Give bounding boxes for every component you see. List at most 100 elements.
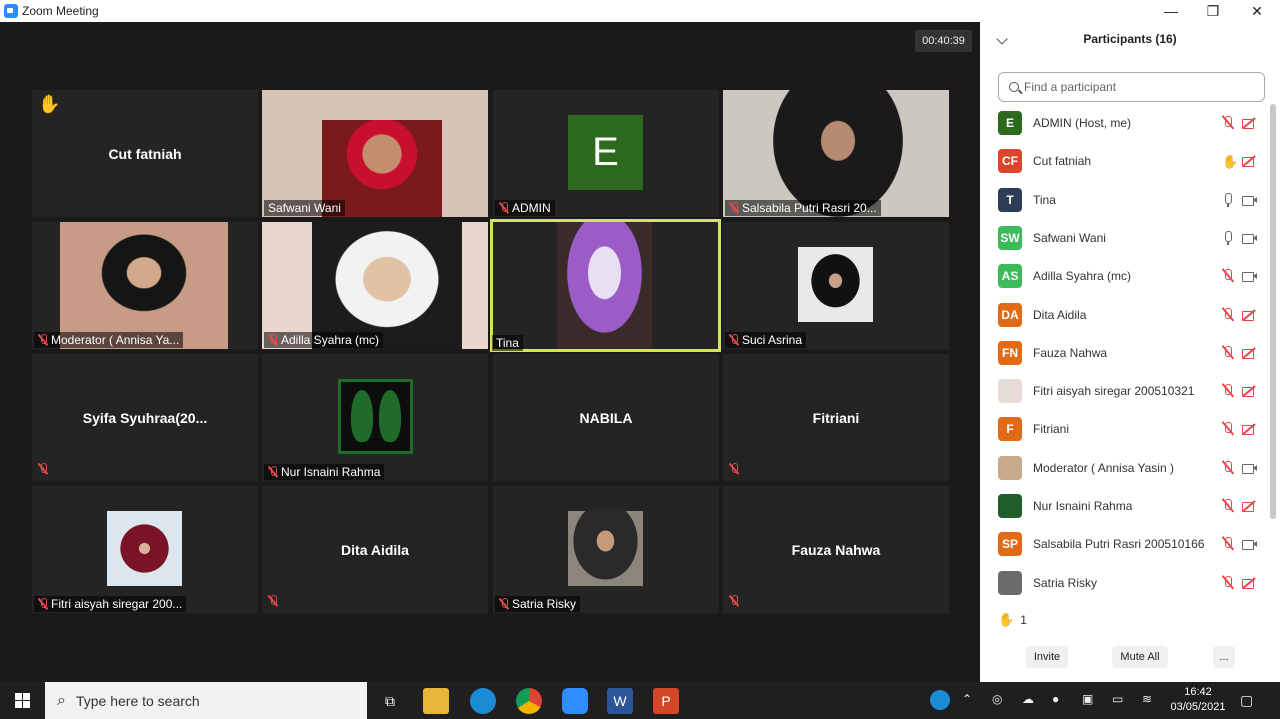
tile-fauza-nahwa[interactable]: Fauza Nahwa (723, 486, 949, 613)
powerpoint-icon[interactable]: P (653, 688, 679, 714)
tile-salsabila[interactable]: Salsabila Putri Rasri 20... (723, 90, 949, 217)
video-off-icon[interactable] (1242, 385, 1258, 398)
participant-label: Fitri aisyah siregar 200... (34, 596, 187, 612)
participant-row[interactable]: Nur Isnaini Rahma (980, 487, 1270, 525)
tile-nabila[interactable]: NABILA (493, 354, 719, 481)
participant-row[interactable]: E ADMIN (Host, me) (980, 104, 1270, 142)
tile-adilla[interactable]: Adilla Syahra (mc) (262, 222, 488, 349)
video-icon[interactable] (1242, 538, 1258, 551)
help-icon[interactable] (930, 690, 950, 710)
video-off-icon[interactable] (1242, 577, 1258, 589)
notifications-icon[interactable]: ▢ (1240, 692, 1253, 709)
taskbar-clock[interactable]: 16:42 03/05/2021 (1168, 685, 1228, 715)
mic-muted-icon[interactable] (1222, 499, 1234, 513)
mic-muted-icon[interactable] (1222, 460, 1234, 475)
edge-icon[interactable] (470, 688, 496, 714)
participant-name: Cut fatniah (108, 145, 182, 162)
participant-row[interactable]: SP Salsabila Putri Rasri 200510166 (980, 525, 1270, 563)
mic-muted-icon[interactable] (1222, 575, 1234, 590)
mic-muted-icon[interactable] (1222, 269, 1234, 283)
video-off-icon[interactable] (1242, 347, 1258, 359)
windows-icon (15, 693, 30, 708)
invite-button[interactable]: Invite (1026, 646, 1068, 668)
participant-row[interactable]: F Fitriani (980, 410, 1270, 448)
tile-satria-risky[interactable]: Satria Risky (493, 486, 719, 613)
mute-all-button[interactable]: Mute All (1112, 646, 1168, 668)
video-icon[interactable] (1242, 270, 1258, 283)
cloud-icon[interactable]: ☁ (1022, 692, 1034, 706)
video-off-icon[interactable] (1242, 309, 1258, 321)
video-icon[interactable] (1242, 194, 1258, 206)
minimize-button[interactable]: — (1148, 0, 1194, 22)
screen-icon[interactable]: ▣ (1082, 692, 1093, 706)
video-off-icon[interactable] (1242, 500, 1258, 512)
wifi-icon[interactable]: ≋ (1142, 692, 1152, 706)
file-explorer-icon[interactable] (423, 688, 449, 714)
participant-name: Moderator ( Annisa Yasin ) (1033, 460, 1174, 475)
chrome-icon[interactable] (516, 688, 542, 714)
tile-suci-asrina[interactable]: Suci Asrina (723, 222, 949, 349)
battery-icon[interactable]: ▭ (1112, 692, 1123, 706)
participant-row[interactable]: Moderator ( Annisa Yasin ) (980, 449, 1270, 487)
word-icon[interactable]: W (607, 688, 633, 714)
participant-name: Fauza Nahwa (1033, 345, 1108, 360)
chevron-up-icon[interactable]: ⌃ (962, 692, 972, 706)
tile-dita-aidila[interactable]: Dita Aidila (262, 486, 488, 613)
participant-row[interactable]: DA Dita Aidila (980, 296, 1270, 334)
network-icon[interactable]: ◎ (992, 692, 1002, 706)
start-button[interactable] (0, 682, 45, 719)
tile-syifa[interactable]: Syifa Syuhraa(20... (32, 354, 258, 481)
maximize-button[interactable]: ❐ (1190, 0, 1236, 22)
participant-label: Salsabila Putri Rasri 20... (725, 200, 881, 216)
participant-label: Nur Isnaini Rahma (264, 464, 385, 480)
video-icon[interactable] (1242, 462, 1258, 474)
task-view-icon[interactable]: ⧉ (377, 688, 403, 714)
mic-muted-icon (729, 202, 739, 214)
taskbar-search-input[interactable]: ⌕ Type here to search (45, 682, 367, 719)
raised-hand-icon[interactable]: ✋ (1222, 154, 1238, 169)
mic-icon[interactable] (1222, 230, 1234, 245)
video-off-icon[interactable] (1242, 155, 1258, 168)
tile-moderator[interactable]: Moderator ( Annisa Ya... (32, 222, 258, 349)
participant-row[interactable]: Fitri aisyah siregar 200510321 (980, 372, 1270, 410)
avatar: FN (998, 340, 1022, 365)
tile-safwani-wani[interactable]: Safwani Wani (262, 90, 488, 217)
tile-cut-fatniah[interactable]: ✋ Cut fatniah (32, 90, 258, 217)
zoom-taskbar-icon[interactable] (562, 688, 588, 714)
participant-row[interactable]: SW Safwani Wani (980, 219, 1270, 257)
tile-admin[interactable]: E ADMIN (493, 90, 719, 217)
tile-fitriani[interactable]: Fitriani (723, 354, 949, 481)
avatar: SP (998, 532, 1022, 557)
mic-muted-icon[interactable] (1222, 422, 1234, 436)
mic-muted-icon[interactable] (1222, 537, 1234, 551)
scrollbar[interactable] (1270, 104, 1276, 519)
mic-muted-icon[interactable] (1222, 116, 1234, 130)
tile-nur-isnaini[interactable]: Nur Isnaini Rahma (262, 354, 488, 481)
video-off-icon[interactable] (1242, 423, 1258, 436)
close-button[interactable]: ✕ (1234, 0, 1280, 22)
participant-name: Safwani Wani (1033, 230, 1106, 245)
mic-muted-icon[interactable] (1222, 307, 1234, 322)
tile-tina[interactable]: Tina (490, 219, 721, 352)
video-off-icon[interactable] (1242, 117, 1258, 129)
mic-muted-icon (38, 598, 48, 610)
participant-name: Adilla Syahra (mc) (1033, 269, 1132, 284)
mic-icon[interactable] (1222, 192, 1234, 207)
participant-row[interactable]: Satria Risky (980, 564, 1270, 599)
participant-name: Satria Risky (1033, 575, 1098, 590)
participant-row[interactable]: CF Cut fatniah ✋ (980, 142, 1270, 180)
mic-muted-icon[interactable] (1222, 345, 1234, 360)
participant-row[interactable]: AS Adilla Syahra (mc) (980, 257, 1270, 295)
avatar: SW (998, 225, 1022, 250)
participant-search-input[interactable]: Find a participant (998, 72, 1265, 102)
video-icon[interactable] (1242, 232, 1258, 244)
tile-fitri-aisyah[interactable]: Fitri aisyah siregar 200... (32, 486, 258, 613)
mic-muted-icon[interactable] (1222, 384, 1234, 398)
meeting-timer: 00:40:39 (915, 30, 972, 52)
hmi-logo (338, 379, 413, 454)
more-button[interactable]: ... (1213, 646, 1235, 668)
participant-row[interactable]: T Tina (980, 181, 1270, 219)
participant-name: Nur Isnaini Rahma (281, 465, 381, 479)
microphone-icon[interactable]: ● (1052, 692, 1059, 706)
participant-row[interactable]: FN Fauza Nahwa (980, 334, 1270, 372)
